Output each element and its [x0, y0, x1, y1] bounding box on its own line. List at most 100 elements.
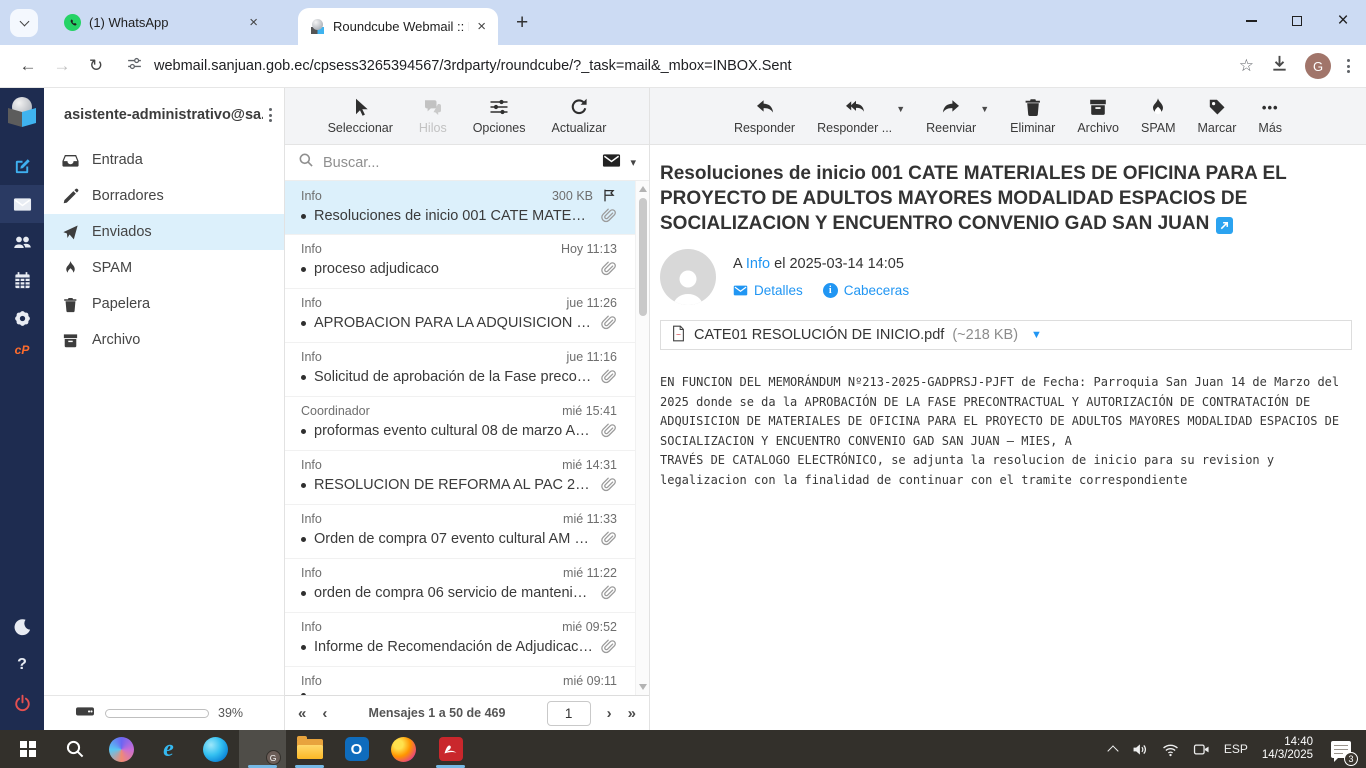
tab-close-icon[interactable]: × [249, 14, 258, 31]
dropdown-chevron-icon[interactable]: ▼ [980, 104, 989, 114]
toolbar-button[interactable]: ▼ Hilos [419, 97, 447, 135]
folder-item[interactable]: SPAM [44, 250, 284, 286]
volume-icon[interactable] [1131, 741, 1148, 758]
account-header[interactable]: asistente-administrativo@sa... [44, 88, 284, 142]
headers-toggle[interactable]: iCabeceras [823, 283, 909, 298]
attachment-menu-chevron-icon[interactable]: ▼ [1031, 329, 1042, 341]
message-row[interactable]: Coordinador mié 15:41 proformas evento c… [285, 397, 649, 451]
time: 14:40 [1284, 736, 1313, 748]
message-row[interactable]: Info 300 KB Resoluciones de inicio 001 C… [285, 181, 649, 235]
toolbar-button[interactable]: ▼ Responder ... [817, 97, 892, 135]
attachment-name[interactable]: CATE01 RESOLUCIÓN DE INICIO.pdf [694, 327, 944, 343]
start-button[interactable] [4, 730, 51, 768]
clock[interactable]: 14:40 14/3/2025 [1262, 736, 1313, 763]
toolbar-button[interactable]: ▼ Marcar [1198, 97, 1237, 135]
folder-item[interactable]: Papelera [44, 286, 284, 322]
tab-roundcube[interactable]: Roundcube Webmail :: Enviados × [298, 8, 498, 45]
new-tab-button[interactable]: + [516, 13, 528, 33]
language-indicator[interactable]: ESP [1224, 742, 1248, 756]
folder-item[interactable]: Entrada [44, 142, 284, 178]
logout-power-icon[interactable] [0, 684, 44, 722]
back-button[interactable]: ← [12, 56, 44, 76]
toolbar-button[interactable]: ▼ Seleccionar [328, 97, 393, 135]
meet-now-icon[interactable] [1193, 741, 1210, 758]
message-row[interactable]: Info mié 09:52 Informe de Recomendación … [285, 613, 649, 667]
message-row[interactable]: Info jue 11:16 Solicitud de aprobación d… [285, 343, 649, 397]
list-scrollbar[interactable] [635, 181, 649, 695]
next-page-button[interactable]: › [607, 705, 612, 722]
calendar-icon[interactable] [0, 261, 44, 299]
message-meta: mié 15:41 [562, 404, 617, 418]
cpanel-icon[interactable]: cP [15, 343, 30, 357]
folder-item[interactable]: Archivo [44, 322, 284, 358]
compose-icon[interactable] [0, 147, 44, 185]
message-row[interactable]: Info mié 09:11 [285, 667, 649, 695]
tray-chevron-up-icon[interactable] [1107, 745, 1118, 756]
minimize-button[interactable] [1228, 0, 1274, 42]
message-sender: Info [301, 512, 563, 526]
dropdown-chevron-icon[interactable]: ▼ [896, 104, 905, 114]
acrobat-button[interactable] [427, 730, 474, 768]
taskbar-search-button[interactable] [51, 730, 98, 768]
toolbar-button[interactable]: ▼ Eliminar [1010, 97, 1055, 135]
edge-button[interactable] [192, 730, 239, 768]
message-row[interactable]: Info mié 11:33 Orden de compra 07 evento… [285, 505, 649, 559]
message-row[interactable]: Info mié 14:31 RESOLUCION DE REFORMA AL … [285, 451, 649, 505]
file-explorer-button[interactable] [286, 730, 333, 768]
downloads-icon[interactable] [1270, 54, 1289, 78]
folder-item[interactable]: Enviados [44, 214, 284, 250]
folder-item[interactable]: Borradores [44, 178, 284, 214]
dark-mode-moon-icon[interactable] [0, 608, 44, 646]
toolbar-button[interactable]: ▼ Actualizar [552, 97, 607, 135]
copilot-button[interactable] [98, 730, 145, 768]
account-menu-icon[interactable] [269, 108, 272, 122]
scroll-up-icon[interactable] [639, 186, 647, 192]
toolbar-button[interactable]: ▼ SPAM [1141, 97, 1176, 135]
message-row[interactable]: Info Hoy 11:13 proceso adjudicaco [285, 235, 649, 289]
prev-page-button[interactable]: ‹ [322, 705, 327, 722]
browser-menu-icon[interactable] [1347, 59, 1350, 73]
firefox-button[interactable] [380, 730, 427, 768]
search-options-chevron-icon[interactable]: ▾ [630, 156, 636, 169]
scroll-down-icon[interactable] [639, 684, 647, 690]
flag-icon[interactable] [602, 188, 617, 203]
mail-icon[interactable] [0, 185, 44, 223]
address-bar[interactable]: webmail.sanjuan.gob.ec/cpsess3265394567/… [114, 55, 1237, 77]
page-number-input[interactable] [547, 701, 591, 726]
settings-gear-icon[interactable] [0, 299, 44, 337]
scrollbar-thumb[interactable] [639, 198, 647, 316]
chrome-button[interactable]: G [239, 730, 286, 768]
internet-explorer-button[interactable]: e [145, 730, 192, 768]
toolbar-button[interactable]: ▼ Reenviar [926, 97, 976, 135]
tab-search-button[interactable] [10, 9, 38, 37]
wifi-icon[interactable] [1162, 741, 1179, 758]
contacts-icon[interactable] [0, 223, 44, 261]
forward-button[interactable]: → [46, 56, 78, 76]
restore-button[interactable] [1274, 0, 1320, 42]
profile-avatar[interactable]: G [1305, 53, 1331, 79]
last-page-button[interactable]: » [628, 705, 636, 722]
reload-button[interactable]: ↻ [80, 56, 112, 76]
close-button[interactable]: × [1320, 0, 1366, 42]
message-row[interactable]: Info mié 11:22 orden de compra 06 servic… [285, 559, 649, 613]
help-icon[interactable]: ? [0, 646, 44, 684]
toolbar-button[interactable]: ▼ Opciones [473, 97, 526, 135]
search-input[interactable] [323, 155, 593, 171]
toolbar-button[interactable]: ▼ Archivo [1077, 97, 1119, 135]
details-toggle[interactable]: Detalles [733, 283, 803, 298]
attachment-bar[interactable]: CATE01 RESOLUCIÓN DE INICIO.pdf (~218 KB… [660, 320, 1352, 350]
message-meta: mié 14:31 [562, 458, 617, 472]
tab-close-icon[interactable]: × [477, 18, 486, 35]
first-page-button[interactable]: « [298, 705, 306, 722]
tab-whatsapp[interactable]: (1) WhatsApp × [52, 0, 270, 45]
external-link-icon[interactable] [1216, 217, 1233, 234]
notification-center[interactable]: 3 [1327, 736, 1354, 763]
message-row[interactable]: Info jue 11:26 APROBACION PARA LA ADQUIS… [285, 289, 649, 343]
bookmark-star-icon[interactable]: ☆ [1239, 56, 1254, 76]
toolbar-button[interactable]: ••• ▼ Más [1258, 97, 1282, 135]
outlook-button[interactable]: O [333, 730, 380, 768]
toolbar-button[interactable]: ▼ Responder [734, 97, 795, 135]
recipient-link[interactable]: Info [746, 256, 770, 272]
mark-messages-icon[interactable] [602, 151, 621, 175]
site-info-icon[interactable] [126, 55, 143, 77]
